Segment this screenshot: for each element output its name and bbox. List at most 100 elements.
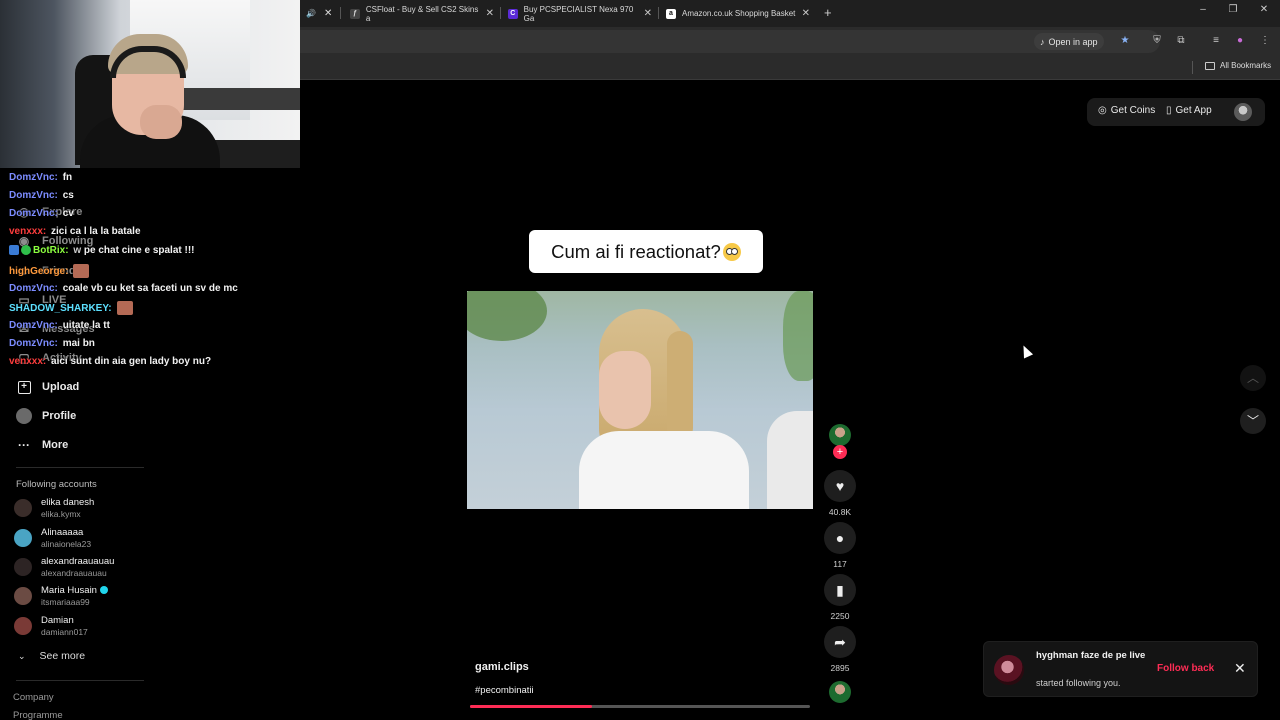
profile-avatar-icon <box>16 408 32 424</box>
like-count: 40.8K <box>828 507 852 517</box>
save-count: 2250 <box>830 611 850 621</box>
footer-link-programme[interactable]: Programme <box>13 710 63 720</box>
following-account-item[interactable]: Alinaaaaa alinaionela23 <box>14 527 91 549</box>
sidebar-divider <box>16 680 144 681</box>
account-name: Alinaaaaa <box>41 527 84 538</box>
bookmark-star-icon[interactable]: ★ <box>1118 34 1132 48</box>
tab-pcspecialist[interactable]: C Buy PCSPECIALIST Nexa 970 Ga ✕ <box>508 3 654 24</box>
following-account-item[interactable]: Maria Husain itsmariaaa99 <box>14 585 108 607</box>
verified-badge-icon <box>99 586 108 595</box>
account-name: alexandraauauau <box>41 556 115 567</box>
share-arrow-icon: ➦ <box>834 633 846 650</box>
chevron-down-icon: ⌄ <box>18 650 26 661</box>
minimize-icon[interactable]: – <box>1196 4 1210 15</box>
video-progress-bar[interactable] <box>470 705 810 708</box>
menu-dots-icon[interactable]: ⋮ <box>1258 34 1272 48</box>
chat-username: BotRix: <box>33 245 69 256</box>
comment-bubble-icon: ● <box>835 530 845 546</box>
tab-close-icon[interactable]: ✕ <box>642 8 654 19</box>
extension-shield-icon[interactable]: ⛨ <box>1150 34 1164 48</box>
pcspecialist-favicon-icon: C <box>508 8 518 19</box>
webcam-shelf <box>170 88 300 110</box>
video-person-ponytail <box>667 331 693 441</box>
chevron-down-icon: ﹀ <box>1246 414 1259 428</box>
moderator-badge-icon <box>9 245 19 256</box>
chat-username: venxxx: <box>9 226 47 237</box>
browser-tab-strip: 🔊 ✕ ƒ CSFloat - Buy & Sell CS2 Skins a ✕… <box>300 0 1280 27</box>
tab-separator <box>500 7 501 19</box>
sidebar-item-label: Upload <box>42 381 80 393</box>
sidebar-item-profile[interactable]: Profile <box>16 408 76 424</box>
coin-icon: ◎ <box>1098 105 1107 116</box>
tab-amazon[interactable]: a Amazon.co.uk Shopping Basket ✕ <box>666 3 812 24</box>
bookmark-icon: ▮ <box>836 581 844 598</box>
video-author[interactable]: gami.clips <box>475 661 529 673</box>
follow-plus-icon[interactable]: + <box>833 445 847 459</box>
new-tab-button[interactable]: + <box>824 5 832 20</box>
more-dots-icon: ··· <box>18 438 30 452</box>
chat-username: DomzVnc: <box>9 172 58 183</box>
chat-message: DomzVnc: uitate la tt <box>9 320 110 331</box>
get-app-button[interactable]: ▯ Get App <box>1166 105 1212 116</box>
webcam-person-hand <box>140 105 182 139</box>
account-avatar <box>14 617 32 635</box>
bookmarks-bar: All Bookmarks <box>300 56 1280 80</box>
music-disc-avatar[interactable] <box>829 681 851 703</box>
video-player[interactable] <box>467 291 813 509</box>
tab-close-icon[interactable]: ✕ <box>800 8 812 19</box>
sidebar-item-more[interactable]: ··· More <box>16 437 68 453</box>
browser-toolbar: ♪ Open in app ★ ⛨ ⧉ ≡ ● ⋮ <box>300 27 1280 56</box>
chat-message: DomzVnc: mai bn <box>9 338 95 349</box>
all-bookmarks-button[interactable]: All Bookmarks <box>1205 61 1271 70</box>
tab-csfloat[interactable]: ƒ CSFloat - Buy & Sell CS2 Skins a ✕ <box>350 3 496 24</box>
profile-avatar-icon[interactable]: ● <box>1233 34 1247 48</box>
follow-back-button[interactable]: Follow back <box>1157 663 1214 674</box>
account-avatar <box>14 529 32 547</box>
notification-title: hyghman faze de pe live <box>1036 650 1146 661</box>
share-button[interactable]: ➦ <box>824 626 856 658</box>
sidebar-item-label: More <box>42 439 69 451</box>
video-hashtag[interactable]: #pecombinatii <box>475 685 534 696</box>
see-more-button[interactable]: ⌄ See more <box>18 650 85 662</box>
following-account-item[interactable]: alexandraauauau alexandraauauau <box>14 556 114 578</box>
like-button[interactable]: ♥ <box>824 470 856 502</box>
next-video-button[interactable]: ﹀ <box>1240 408 1266 434</box>
window-close-icon[interactable]: ✕ <box>1257 4 1271 15</box>
media-controls-icon[interactable]: ≡ <box>1209 34 1223 48</box>
chat-message: highGeorge: <box>9 264 90 278</box>
address-bar[interactable] <box>300 30 1160 53</box>
tab-close-icon[interactable]: ✕ <box>484 8 496 19</box>
following-account-item[interactable]: elika danesh elika.kymx <box>14 497 94 519</box>
comment-button[interactable]: ● <box>824 522 856 554</box>
footer-link-company[interactable]: Company <box>13 692 54 703</box>
video-caption-overlay: Cum ai fi reactionat? <box>529 230 763 273</box>
video-person-shirt <box>579 431 749 509</box>
previous-video-button[interactable]: ︿ <box>1240 365 1266 391</box>
close-icon[interactable]: ✕ <box>1234 660 1246 677</box>
open-in-app-button[interactable]: ♪ Open in app <box>1034 33 1104 50</box>
account-username: elika.kymx <box>41 509 81 519</box>
user-avatar[interactable] <box>1234 103 1252 121</box>
chat-text: coale vb cu ket sa faceti un sv de mc <box>62 283 238 294</box>
sidebar-item-label: Profile <box>42 410 77 422</box>
account-name: Maria Husain <box>41 585 97 596</box>
creator-avatar[interactable] <box>829 424 851 446</box>
save-button[interactable]: ▮ <box>824 574 856 606</box>
restore-icon[interactable]: ❐ <box>1226 4 1240 15</box>
get-coins-label: Get Coins <box>1110 105 1156 116</box>
verified-bot-badge-icon <box>21 245 31 256</box>
get-coins-button[interactable]: ◎ Get Coins <box>1098 105 1155 116</box>
flushed-emoji-icon <box>722 242 741 261</box>
following-account-item[interactable]: Damian damiann017 <box>14 615 88 637</box>
video-foliage <box>783 291 813 381</box>
chat-username: DomzVnc: <box>9 338 58 349</box>
chat-username: DomzVnc: <box>9 208 58 219</box>
chat-message: DomzVnc: fn <box>9 172 72 183</box>
sidebar-item-upload[interactable]: + Upload <box>16 379 79 395</box>
close-tab-icon[interactable]: ✕ <box>324 3 336 24</box>
extensions-puzzle-icon[interactable]: ⧉ <box>1174 34 1188 48</box>
tab-title: Buy PCSPECIALIST Nexa 970 Ga <box>523 4 634 23</box>
chat-emote <box>116 301 133 315</box>
follower-avatar[interactable] <box>994 655 1024 685</box>
comment-count: 117 <box>833 559 847 569</box>
